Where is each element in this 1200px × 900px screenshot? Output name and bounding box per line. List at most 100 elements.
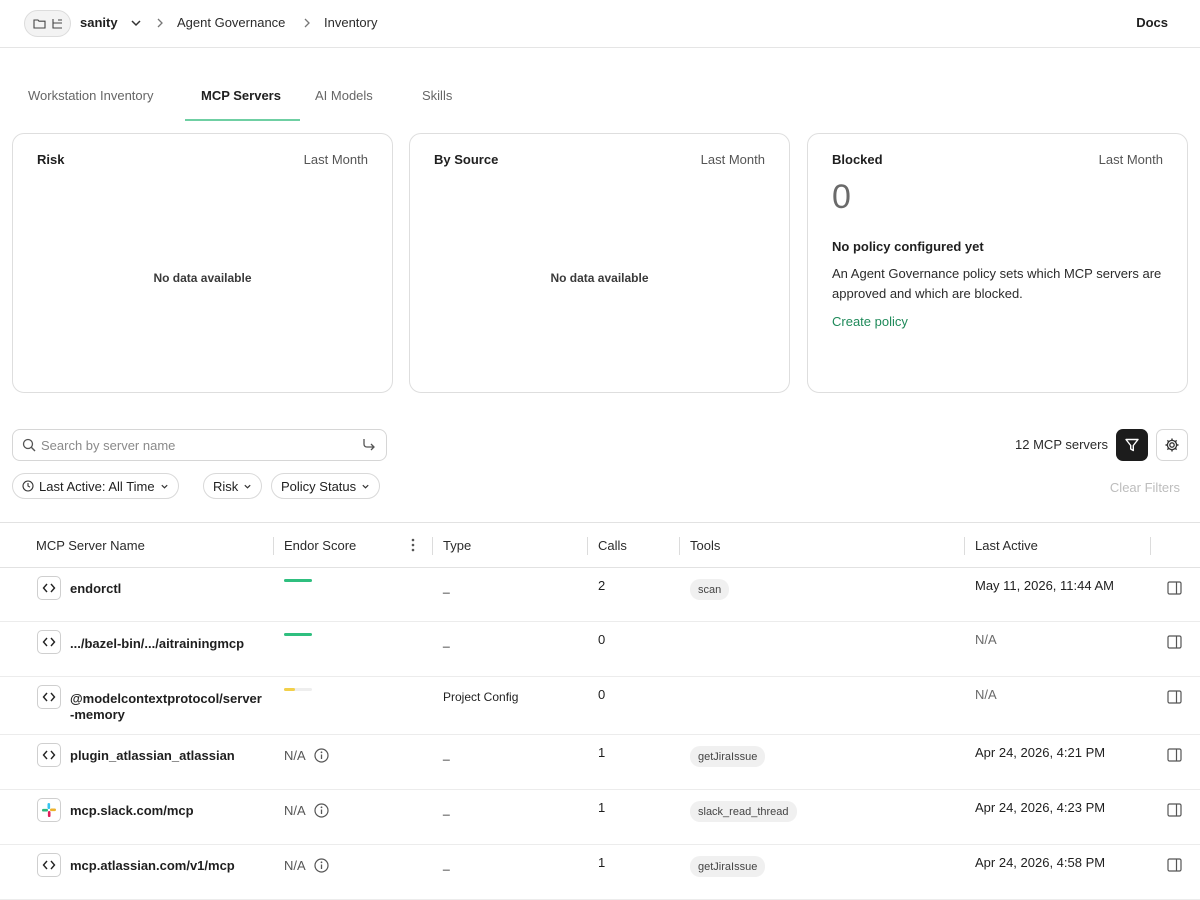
side-panel-icon	[1167, 748, 1182, 762]
chevron-down-icon	[362, 484, 369, 489]
workspace-switcher[interactable]	[24, 10, 71, 37]
endor-score-na: N/A	[284, 803, 329, 818]
server-name[interactable]: mcp.slack.com/mcp	[70, 803, 265, 819]
server-name[interactable]: .../bazel-bin/.../aitrainingmcp	[70, 636, 265, 652]
side-panel-icon	[1167, 581, 1182, 595]
open-details-button[interactable]	[1167, 690, 1182, 707]
blocked-heading: No policy configured yet	[832, 239, 984, 254]
code-icon	[42, 583, 56, 593]
open-details-button[interactable]	[1167, 803, 1182, 820]
open-details-button[interactable]	[1167, 858, 1182, 875]
search-icon	[22, 438, 36, 452]
endor-score-bar-track	[284, 579, 312, 582]
gear-icon	[1165, 438, 1179, 452]
column-divider[interactable]	[432, 537, 433, 555]
server-name[interactable]: mcp.atlassian.com/v1/mcp	[70, 858, 265, 874]
column-header-calls[interactable]: Calls	[598, 538, 627, 553]
column-header-tools[interactable]: Tools	[690, 538, 720, 553]
code-icon	[42, 860, 56, 870]
filter-policy-status[interactable]: Policy Status	[271, 473, 381, 499]
settings-button[interactable]	[1156, 429, 1188, 461]
hierarchy-icon	[51, 18, 62, 29]
info-icon[interactable]	[314, 748, 329, 763]
docs-link[interactable]: Docs	[1136, 15, 1168, 30]
table-row[interactable]: mcp.atlassian.com/v1/mcp N/A _ 1 getJiraIssu…	[0, 845, 1200, 900]
endor-score-na: N/A	[284, 748, 329, 763]
info-icon[interactable]	[314, 858, 329, 873]
tool-chip[interactable]: slack_read_thread	[690, 801, 797, 822]
last-active: May 11, 2026, 11:44 AM	[975, 578, 1114, 593]
endor-score-bar-track	[284, 633, 312, 636]
side-panel-icon	[1167, 803, 1182, 817]
filter-policy-status-label: Policy Status	[281, 478, 357, 494]
endor-score-value: N/A	[284, 748, 306, 763]
column-divider[interactable]	[587, 537, 588, 555]
tab-workstation-inventory[interactable]: Workstation Inventory	[28, 88, 153, 103]
column-header-last-active[interactable]: Last Active	[975, 538, 1038, 553]
risk-card-range[interactable]: Last Month	[304, 152, 368, 167]
tab-skills[interactable]: Skills	[422, 88, 452, 103]
column-menu-icon[interactable]	[411, 538, 415, 552]
endor-score-bar	[284, 579, 312, 582]
server-name[interactable]: endorctl	[70, 581, 265, 597]
source-card-empty: No data available	[550, 271, 649, 285]
chevron-down-icon[interactable]	[130, 17, 142, 29]
column-divider[interactable]	[964, 537, 965, 555]
code-icon	[42, 637, 56, 647]
server-name[interactable]: plugin_atlassian_atlassian	[70, 748, 265, 764]
filter-button[interactable]	[1116, 429, 1148, 461]
tab-ai-models[interactable]: AI Models	[315, 88, 373, 103]
side-panel-icon	[1167, 635, 1182, 649]
tool-chip[interactable]: getJiraIssue	[690, 856, 766, 877]
call-count: 0	[598, 687, 606, 702]
tool-chip[interactable]: scan	[690, 579, 730, 600]
create-policy-link[interactable]: Create policy	[832, 314, 908, 329]
chevron-right-icon	[304, 18, 310, 28]
table-row[interactable]: .../bazel-bin/.../aitrainingmcp _ 0 N/A	[0, 622, 1200, 677]
server-type: _	[443, 802, 450, 816]
column-header-endor-score[interactable]: Endor Score	[284, 538, 356, 553]
server-type: _	[443, 580, 450, 594]
column-divider[interactable]	[273, 537, 274, 555]
breadcrumb-agent-governance[interactable]: Agent Governance	[177, 15, 285, 30]
risk-card: Risk Last Month No data available	[12, 133, 393, 393]
filter-risk-label: Risk	[213, 478, 239, 494]
table-row[interactable]: @modelcontextprotocol/server-memory Proje…	[0, 677, 1200, 735]
table-row[interactable]: mcp.slack.com/mcp N/A _ 1 slack_read_thread A…	[0, 790, 1200, 845]
blocked-card-range[interactable]: Last Month	[1099, 152, 1163, 167]
endor-score-bar	[284, 688, 295, 691]
table-row[interactable]: plugin_atlassian_atlassian N/A _ 1 getJiraIs…	[0, 735, 1200, 790]
server-icon	[37, 798, 61, 822]
search-input[interactable]	[41, 430, 361, 460]
server-type: _	[443, 857, 450, 871]
tab-mcp-servers[interactable]: MCP Servers	[201, 88, 281, 103]
info-icon[interactable]	[314, 803, 329, 818]
filter-icon	[1125, 438, 1139, 452]
code-icon	[42, 750, 56, 760]
tool-chip[interactable]: getJiraIssue	[690, 746, 766, 767]
call-count: 1	[598, 855, 606, 870]
chevron-down-icon	[244, 484, 251, 489]
column-header-name[interactable]: MCP Server Name	[36, 538, 145, 553]
side-panel-icon	[1167, 858, 1182, 872]
open-details-button[interactable]	[1167, 635, 1182, 652]
column-divider[interactable]	[1150, 537, 1151, 555]
column-divider[interactable]	[679, 537, 680, 555]
enter-icon[interactable]	[362, 438, 376, 452]
open-details-button[interactable]	[1167, 581, 1182, 598]
last-active: N/A	[975, 687, 997, 702]
filter-risk[interactable]: Risk	[203, 473, 263, 499]
filter-last-active[interactable]: Last Active: All Time	[12, 473, 179, 499]
column-header-type[interactable]: Type	[443, 538, 471, 553]
server-type: _	[443, 747, 450, 761]
source-card-range[interactable]: Last Month	[701, 152, 765, 167]
open-details-button[interactable]	[1167, 748, 1182, 765]
call-count: 2	[598, 578, 606, 593]
call-count: 1	[598, 800, 606, 815]
table-row[interactable]: endorctl _ 2 scan May 11, 2026, 11:44 AM	[0, 568, 1200, 622]
server-name[interactable]: @modelcontextprotocol/server-memory	[70, 691, 265, 723]
clear-filters-button[interactable]: Clear Filters	[1110, 480, 1180, 495]
workspace-name[interactable]: sanity	[80, 15, 118, 30]
chevron-right-icon	[157, 18, 163, 28]
blocked-description: An Agent Governance policy sets which MC…	[832, 266, 1162, 301]
